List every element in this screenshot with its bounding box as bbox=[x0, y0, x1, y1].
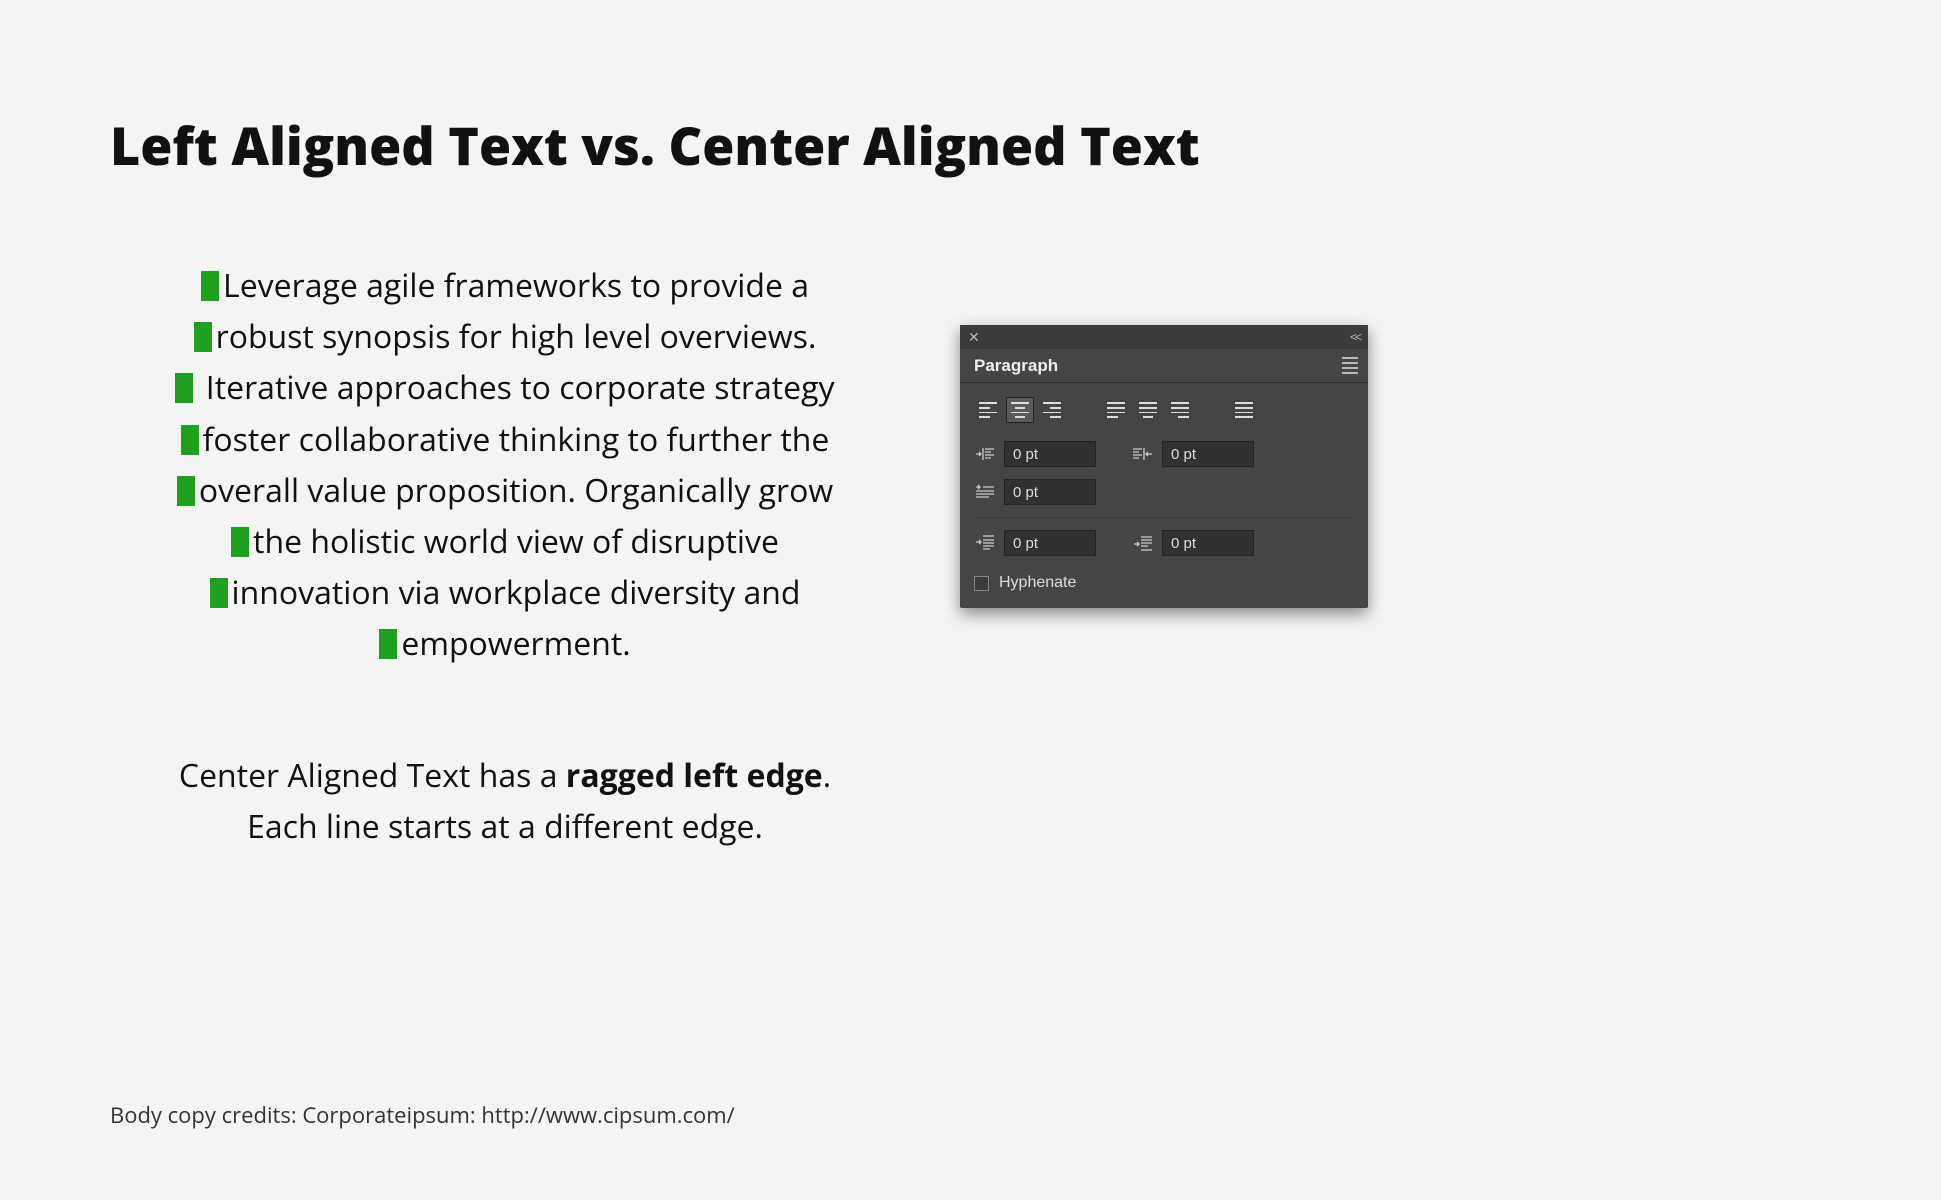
ragged-edge-marker-icon bbox=[379, 629, 397, 659]
hyphenate-label: Hyphenate bbox=[999, 574, 1076, 592]
justify-last-right-button[interactable] bbox=[1166, 397, 1194, 423]
indent-left-input[interactable] bbox=[1004, 441, 1096, 467]
body-line: overall value proposition. Organically g… bbox=[199, 469, 833, 512]
body-line: Iterative approaches to corporate strate… bbox=[197, 366, 834, 409]
panel-topbar: ✕ << bbox=[960, 325, 1368, 349]
space-after-field bbox=[1132, 530, 1254, 556]
space-before-input[interactable] bbox=[1004, 530, 1096, 556]
hyphenate-checkbox[interactable] bbox=[974, 576, 989, 591]
ragged-edge-marker-icon bbox=[201, 271, 219, 301]
body-line: innovation via workplace diversity and bbox=[232, 571, 801, 614]
ragged-edge-marker-icon bbox=[231, 527, 249, 557]
justify-last-center-button[interactable] bbox=[1134, 397, 1162, 423]
space-before-icon bbox=[974, 534, 996, 552]
centered-paragraph: Leverage agile frameworks to provide a r… bbox=[120, 260, 890, 670]
body-line: the holistic world view of disruptive bbox=[253, 520, 779, 563]
caption: Center Aligned Text has a ragged left ed… bbox=[120, 750, 890, 852]
caption-line-2: Each line starts at a different edge. bbox=[120, 801, 890, 852]
first-line-indent-input[interactable] bbox=[1004, 479, 1096, 505]
first-line-indent-field bbox=[974, 479, 1096, 505]
collapse-icon[interactable]: << bbox=[1350, 330, 1360, 344]
ragged-edge-marker-icon bbox=[210, 578, 228, 608]
paragraph-panel: ✕ << Paragraph bbox=[960, 325, 1368, 608]
indent-right-input[interactable] bbox=[1162, 441, 1254, 467]
ragged-edge-marker-icon bbox=[177, 476, 195, 506]
body-line: empowerment. bbox=[401, 622, 630, 665]
panel-divider bbox=[974, 517, 1354, 518]
ragged-edge-marker-icon bbox=[175, 373, 193, 403]
hyphenate-row: Hyphenate bbox=[974, 568, 1354, 592]
align-right-button[interactable] bbox=[1038, 397, 1066, 423]
body-line: robust synopsis for high level overviews… bbox=[216, 315, 817, 358]
align-center-button[interactable] bbox=[1006, 397, 1034, 423]
indent-right-icon bbox=[1132, 445, 1154, 463]
panel-menu-icon[interactable] bbox=[1342, 357, 1358, 374]
tab-paragraph[interactable]: Paragraph bbox=[960, 350, 1072, 382]
caption-line-1: Center Aligned Text has a ragged left ed… bbox=[120, 750, 890, 801]
justify-last-left-button[interactable] bbox=[1102, 397, 1130, 423]
example-column: Leverage agile frameworks to provide a r… bbox=[120, 260, 890, 852]
alignment-row bbox=[974, 397, 1354, 423]
space-after-input[interactable] bbox=[1162, 530, 1254, 556]
space-before-field bbox=[974, 530, 1096, 556]
ragged-edge-marker-icon bbox=[194, 322, 212, 352]
space-after-icon bbox=[1132, 534, 1154, 552]
align-left-button[interactable] bbox=[974, 397, 1002, 423]
body-line: Leverage agile frameworks to provide a bbox=[223, 264, 809, 307]
indent-right-field bbox=[1132, 441, 1254, 467]
close-icon[interactable]: ✕ bbox=[968, 329, 980, 346]
first-line-indent-icon bbox=[974, 483, 996, 501]
ragged-edge-marker-icon bbox=[181, 425, 199, 455]
panel-tabbar: Paragraph bbox=[960, 349, 1368, 383]
page-title: Left Aligned Text vs. Center Aligned Tex… bbox=[110, 110, 1200, 181]
credits-text: Body copy credits: Corporateipsum: http:… bbox=[110, 1100, 735, 1130]
indent-left-field bbox=[974, 441, 1096, 467]
body-line: foster collaborative thinking to further… bbox=[203, 418, 830, 461]
justify-all-button[interactable] bbox=[1230, 397, 1258, 423]
indent-left-icon bbox=[974, 445, 996, 463]
